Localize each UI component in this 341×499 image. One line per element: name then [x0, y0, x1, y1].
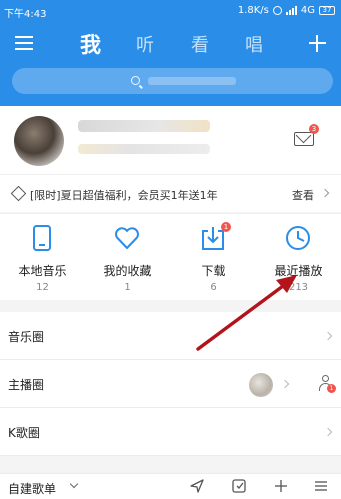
- annotation-arrow: [196, 275, 297, 351]
- app-screen: 下午4:43 1.8K/s 4G 37 我 听 看 唱 3 [限时]夏日超值福利…: [0, 0, 341, 499]
